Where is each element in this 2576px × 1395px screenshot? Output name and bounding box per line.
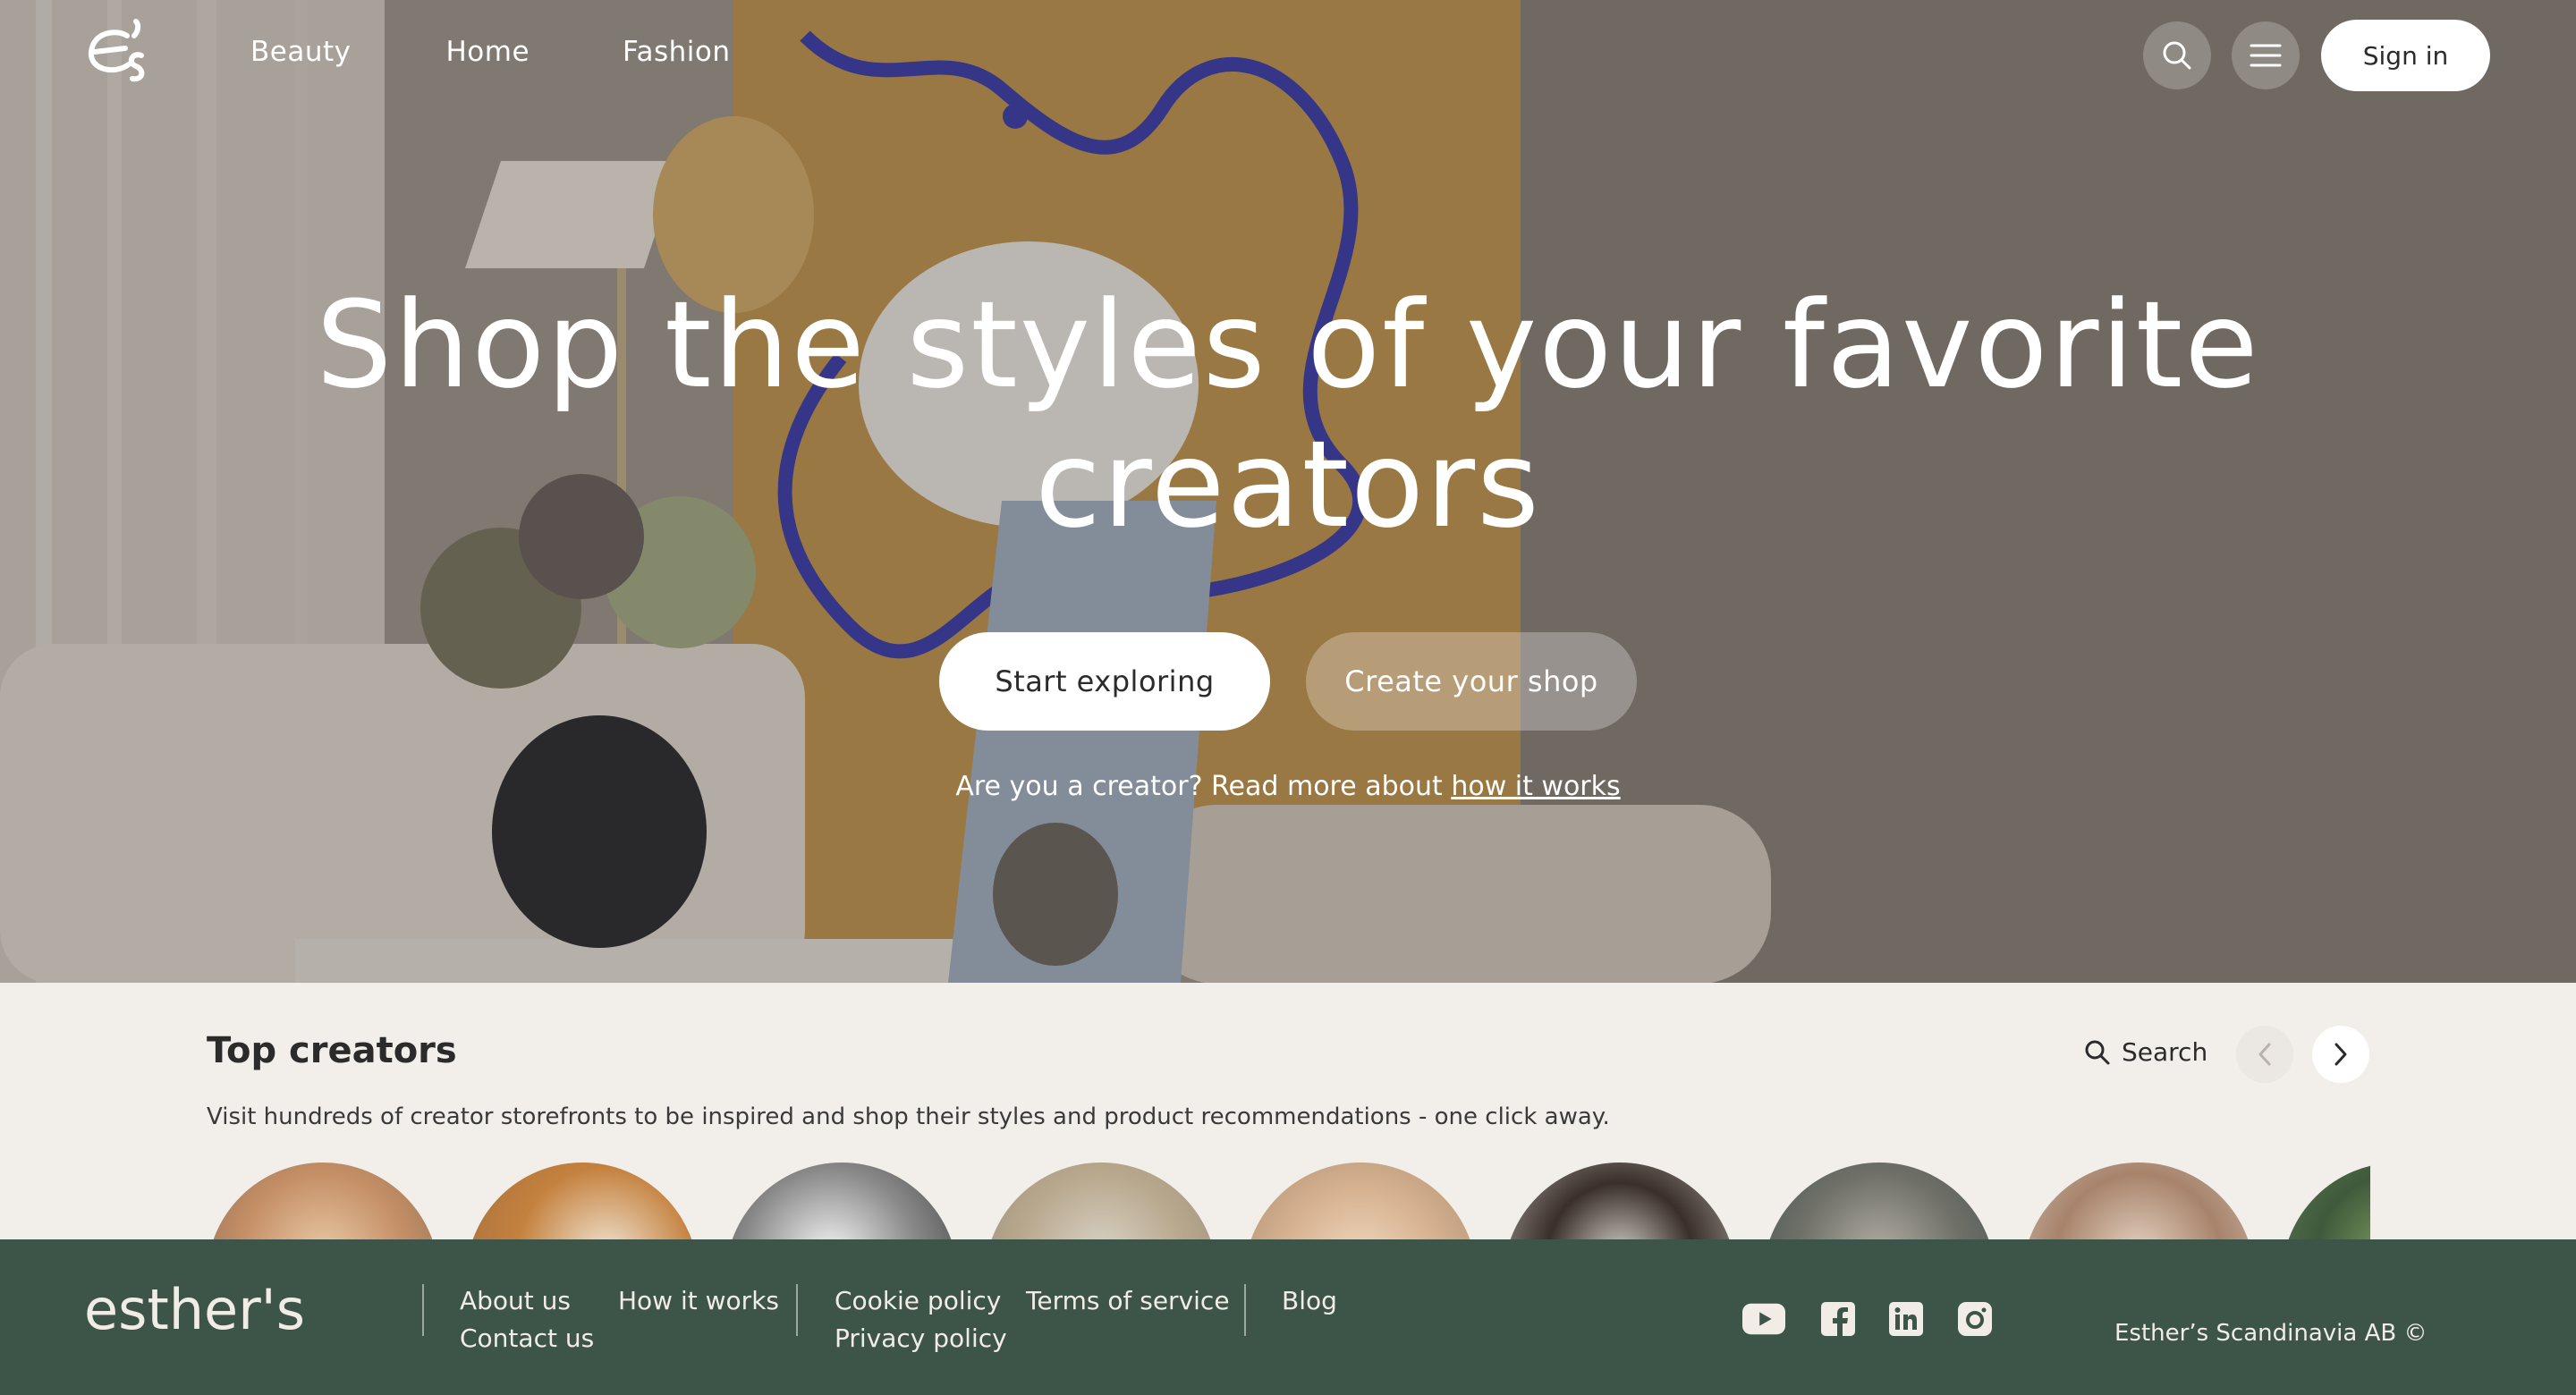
start-exploring-button[interactable]: Start exploring: [939, 632, 1270, 731]
header-menu-button[interactable]: [2232, 21, 2300, 89]
carousel-next-button[interactable]: [2312, 1026, 2369, 1083]
creator-avatar[interactable]: [2282, 1162, 2370, 1239]
how-it-works-link[interactable]: how it works: [1451, 771, 1620, 802]
creator-avatar[interactable]: [985, 1162, 1217, 1239]
footer-link-blog[interactable]: Blog: [1282, 1286, 1337, 1315]
creator-prompt-text: Are you a creator? Read more about: [955, 771, 1443, 802]
creator-avatar[interactable]: [1504, 1162, 1736, 1239]
creator-prompt: Are you a creator? Read more about how i…: [0, 771, 2576, 802]
footer-divider: [796, 1284, 798, 1336]
hero-headline-line2: creators: [1035, 415, 1541, 554]
linkedin-icon: [1889, 1302, 1923, 1336]
search-icon: [2085, 1040, 2110, 1064]
facebook-icon: [1821, 1302, 1855, 1336]
footer-link-privacy[interactable]: Privacy policy: [835, 1323, 1007, 1353]
creator-carousel: [207, 1162, 2370, 1239]
instagram-icon: [1958, 1302, 1992, 1336]
youtube-link[interactable]: [1742, 1299, 1785, 1339]
chevron-right-icon: [2334, 1043, 2347, 1066]
creator-avatar[interactable]: [1763, 1162, 1996, 1239]
nav-link-fashion[interactable]: Fashion: [623, 36, 731, 68]
top-navigation-bar: Beauty Home Fashion Sign in: [0, 0, 2576, 111]
create-your-shop-button[interactable]: Create your shop: [1306, 632, 1637, 731]
creator-avatar[interactable]: [207, 1162, 439, 1239]
hero-headline-line1: Shop the styles of your favorite: [316, 275, 2260, 415]
footer-link-about[interactable]: About us: [460, 1286, 571, 1315]
footer-link-terms[interactable]: Terms of service: [1026, 1286, 1230, 1315]
linkedin-link[interactable]: [1885, 1299, 1928, 1339]
search-icon: [2163, 41, 2191, 70]
creator-avatar[interactable]: [466, 1162, 699, 1239]
nav-link-home[interactable]: Home: [445, 36, 530, 68]
hero-headline: Shop the styles of your favorite creator…: [268, 275, 2308, 554]
creator-search-button[interactable]: Search: [2084, 1037, 2207, 1067]
sign-in-button[interactable]: Sign in: [2321, 20, 2490, 91]
creator-avatar[interactable]: [725, 1162, 958, 1239]
hamburger-menu-icon: [2250, 44, 2282, 67]
nav-link-beauty[interactable]: Beauty: [250, 36, 351, 68]
footer-divider: [1244, 1284, 1246, 1336]
creator-avatar[interactable]: [1244, 1162, 1477, 1239]
site-footer: esther's About us Contact us How it work…: [0, 1239, 2576, 1395]
facebook-link[interactable]: [1817, 1299, 1860, 1339]
hero-section: Beauty Home Fashion Sign in Shop the sty…: [0, 0, 2576, 983]
carousel-prev-button[interactable]: [2236, 1026, 2293, 1083]
copyright-text: Esther’s Scandinavia AB ©: [2114, 1320, 2428, 1347]
footer-link-contact[interactable]: Contact us: [460, 1323, 594, 1353]
category-nav: Beauty Home Fashion: [250, 36, 731, 68]
youtube-icon: [1742, 1303, 1785, 1335]
esthers-wordmark-logo[interactable]: esther's: [84, 1273, 308, 1345]
brand-logo[interactable]: [82, 16, 150, 84]
creator-avatar[interactable]: [2022, 1162, 2255, 1239]
top-creators-title: Top creators: [207, 1030, 457, 1071]
footer-divider: [422, 1284, 424, 1336]
footer-link-how-it-works[interactable]: How it works: [618, 1286, 779, 1315]
footer-link-cookie[interactable]: Cookie policy: [835, 1286, 1001, 1315]
header-search-button[interactable]: [2143, 21, 2211, 89]
svg-text:esther's: esther's: [84, 1277, 305, 1342]
top-creators-subtitle: Visit hundreds of creator storefronts to…: [207, 1103, 1610, 1130]
chevron-left-icon: [2258, 1043, 2271, 1066]
creator-search-label: Search: [2122, 1037, 2208, 1067]
instagram-link[interactable]: [1953, 1299, 1996, 1339]
